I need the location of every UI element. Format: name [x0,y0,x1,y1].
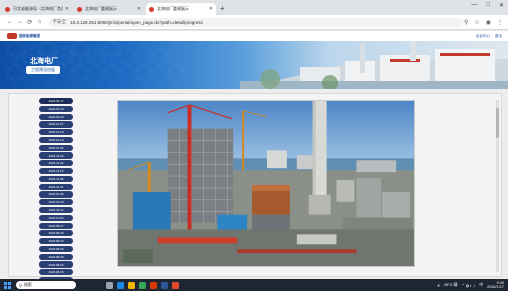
date-item[interactable]: 2023.10.04 [39,214,73,221]
url-input[interactable]: 不安全 10.3.126.251:8080/jmis/portal/open_p… [48,17,464,27]
tab-title: 北海电厂重建展示 [85,6,117,11]
date-item[interactable]: 2023.10.11 [39,206,73,214]
date-item[interactable]: 2023.12.20 [39,129,73,136]
close-tab-icon[interactable]: ✕ [65,6,69,12]
date-item[interactable]: 2023.08.30 [39,253,73,260]
reload-button[interactable]: ⟳ [25,19,35,26]
site-logo[interactable]: 国家能源集团 [7,33,40,39]
taskbar-search-box[interactable]: ⚲ 搜索 [16,281,76,289]
browser-tab-1[interactable]: 河北省能源局（北海电厂首页） ✕ [2,3,72,15]
file-explorer-icon[interactable] [128,281,135,289]
os-taskbar: ⚲ 搜索 ☀ 26°C 晴 ⌃ ◍ ◐ ♪ 中 9:40 2024/1/17 [0,279,508,291]
tray-icons[interactable]: ⌃ ◍ ◐ ♪ [461,283,475,288]
menu-dots-icon[interactable]: ⋮ [497,19,503,26]
date-item[interactable]: 2023.09.27 [39,222,73,229]
plant-title: 北海电厂 [30,58,58,65]
forward-button[interactable]: → [15,19,25,25]
home-button[interactable]: ⌂ [35,19,45,25]
construction-progress-button[interactable]: 工程建设进展 [26,66,60,74]
scrollbar-thumb[interactable] [496,108,499,138]
date-item[interactable]: 2023.09.20 [39,230,73,237]
date-item[interactable]: 2024.01.17 [39,98,73,105]
input-method-icon[interactable]: 中 [479,283,483,288]
date-item[interactable]: 2023.12.06 [39,144,73,151]
date-item[interactable]: 2023.11.01 [39,183,73,190]
address-bar: ← → ⟳ ⌂ 不安全 10.3.126.251:8080/jmis/porta… [0,15,508,30]
date-item[interactable]: 2023.08.23 [39,261,73,268]
browser-tab-3[interactable]: 北海电厂重建展示 ✕ [146,3,216,15]
date-list: 2024.01.17 2024.01.10 2024.01.03 2023.12.27… [39,98,73,291]
logo-text: 国家能源集团 [19,33,40,38]
date-item[interactable]: 2023.12.13 [39,136,73,144]
site-links: 后台中心 退出 [476,34,502,39]
power-plant-banner-image [240,41,508,89]
new-tab-button[interactable]: + [220,3,225,15]
close-window-button[interactable]: ✕ [499,2,504,9]
taskbar-clock[interactable]: 9:40 2024/1/17 [487,281,504,289]
backend-link[interactable]: 后台中心 [476,34,490,39]
date-item[interactable]: 2023.12.27 [39,121,73,128]
task-view-icon[interactable] [106,281,113,289]
site-favicon-icon [149,6,154,12]
app-icon[interactable] [150,281,157,289]
main-content: 2024.01.17 2024.01.10 2024.01.03 2023.12.27… [0,89,508,291]
site-favicon-icon [77,6,82,12]
site-favicon-icon [5,6,10,12]
weather-icon[interactable]: ☀ [437,283,440,288]
browser-tab-strip: 河北省能源局（北海电厂首页） ✕ 北海电厂重建展示 ✕ 北海电厂重建展示 ✕ +… [0,0,508,15]
date-item[interactable]: 2023.09.06 [39,245,73,253]
close-tab-icon[interactable]: ✕ [137,6,141,12]
page-banner: 北海电厂 工程建设进展 [0,41,508,89]
windows-start-icon[interactable] [4,281,11,289]
weather-text[interactable]: 26°C 晴 [444,283,457,288]
progress-panel: 2024.01.17 2024.01.10 2024.01.03 2023.12.27… [8,93,502,291]
search-icon: ⚲ [19,282,22,288]
date-item[interactable]: 2023.10.18 [39,199,73,206]
page-scrollbar[interactable] [496,100,499,272]
search-placeholder: 搜索 [23,282,32,287]
window-controls: — □ ✕ [471,2,504,9]
tab-title: 河北省能源局（北海电厂首页） [13,6,63,11]
date-item[interactable]: 2023.09.13 [39,238,73,245]
date-item[interactable]: 2023.11.08 [39,175,73,182]
taskbar-apps [106,281,179,289]
system-tray: ☀ 26°C 晴 ⌃ ◍ ◐ ♪ 中 9:40 2024/1/17 [437,281,504,289]
site-header: 国家能源集团 后台中心 退出 [0,31,508,41]
logout-link[interactable]: 退出 [495,34,502,39]
construction-site-photo [117,100,415,267]
logo-mark-icon [7,33,17,39]
office-app-icon[interactable] [172,281,179,289]
tab-title: 北海电厂重建展示 [157,6,189,11]
bookmark-star-icon[interactable]: ☆ [474,19,479,26]
clock-date: 2024/1/17 [487,285,504,289]
date-item[interactable]: 2023.08.16 [39,269,73,276]
browser-toolbar-right: ⚲ ☆ ◉ ⋮ [464,19,503,26]
back-button[interactable]: ← [5,19,15,25]
chrome-icon[interactable] [139,281,146,289]
date-item[interactable]: 2024.01.10 [39,105,73,112]
maximize-button[interactable]: □ [486,2,490,9]
minimize-button[interactable]: — [471,2,477,9]
date-item[interactable]: 2023.11.29 [39,152,73,159]
url-text: 10.3.126.251:8080/jmis/portal/open_page.… [70,19,203,25]
profile-icon[interactable]: ◉ [486,19,491,26]
date-item[interactable]: 2023.11.15 [39,168,73,175]
zoom-icon[interactable]: ⚲ [464,19,468,26]
security-indicator[interactable]: 不安全 [53,19,67,25]
date-item[interactable]: 2023.10.25 [39,191,73,198]
date-item[interactable]: 2024.01.03 [39,113,73,120]
edge-browser-icon[interactable] [117,281,124,289]
word-icon[interactable] [161,281,168,289]
screen: 河北省能源局（北海电厂首页） ✕ 北海电厂重建展示 ✕ 北海电厂重建展示 ✕ +… [0,0,508,291]
close-tab-icon[interactable]: ✕ [209,6,213,12]
date-item[interactable]: 2023.11.22 [39,160,73,167]
browser-tab-2[interactable]: 北海电厂重建展示 ✕ [74,3,144,15]
